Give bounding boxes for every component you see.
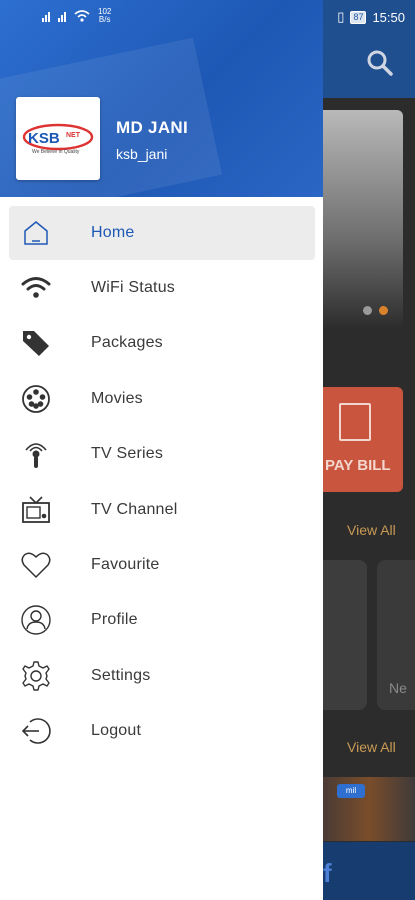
- menu-label: Packages: [91, 334, 163, 352]
- wifi-icon: [21, 277, 51, 298]
- menu-item-tv-series[interactable]: TV Series: [0, 427, 323, 482]
- menu-label: Favourite: [91, 556, 160, 574]
- menu-label: TV Series: [91, 445, 164, 463]
- carousel-dot: [363, 306, 372, 315]
- heart-icon: [21, 552, 51, 579]
- menu-item-logout[interactable]: Logout: [0, 704, 323, 759]
- tv-icon: [22, 496, 50, 523]
- menu-item-favourite[interactable]: Favourite: [0, 537, 323, 592]
- view-all-link[interactable]: View All: [347, 522, 396, 538]
- content-card[interactable]: [323, 560, 367, 710]
- search-icon[interactable]: [367, 50, 393, 76]
- menu-item-home[interactable]: Home: [0, 205, 323, 261]
- status-bar: 102 B/s ▯ 87 15:50: [0, 0, 415, 34]
- menu-item-tv-channel[interactable]: TV Channel: [0, 482, 323, 537]
- svg-text:KSB: KSB: [28, 130, 60, 147]
- carousel-dot-active: [379, 306, 388, 315]
- app-footer: [323, 842, 415, 900]
- card-title: Ne: [389, 680, 407, 696]
- logout-icon: [21, 718, 51, 744]
- view-all-link[interactable]: View All: [347, 739, 396, 755]
- menu-item-packages[interactable]: Packages: [0, 316, 323, 371]
- pay-bill-label: PAY BILL: [325, 457, 391, 474]
- pay-bill-card[interactable]: PAY BILL: [323, 387, 403, 492]
- user-icon: [21, 605, 51, 636]
- menu-item-movies[interactable]: Movies: [0, 371, 323, 426]
- clock: 15:50: [372, 9, 405, 25]
- menu-item-settings[interactable]: Settings: [0, 648, 323, 703]
- background-app: PAY BILL View All Ne View All mil f: [323, 0, 415, 900]
- signal-icon: [42, 10, 50, 22]
- drawer-menu: Home WiFi Status Packages Movies TV Seri…: [0, 205, 323, 759]
- menu-label: Profile: [91, 611, 138, 629]
- user-name: MD JANI: [116, 118, 188, 137]
- facebook-icon[interactable]: f: [323, 858, 332, 889]
- user-handle: ksb_jani: [116, 146, 168, 162]
- battery-indicator: 87: [350, 10, 367, 24]
- menu-label: Settings: [91, 666, 151, 684]
- receipt-icon: [339, 403, 371, 441]
- vibrate-icon: ▯: [337, 9, 345, 24]
- banner-slide[interactable]: [323, 110, 403, 328]
- broadcast-icon: [25, 443, 47, 469]
- menu-label: Movies: [91, 389, 143, 407]
- gear-icon: [22, 661, 50, 691]
- wifi-status-icon: [74, 10, 90, 22]
- navigation-drawer: KSB NET We Believe in Quality MD JANI ks…: [0, 0, 323, 900]
- content-card[interactable]: Ne: [377, 560, 415, 710]
- net-speed: 102 B/s: [98, 7, 112, 24]
- tag-icon: [23, 331, 49, 357]
- menu-label: WiFi Status: [91, 279, 175, 297]
- menu-label: TV Channel: [91, 500, 178, 518]
- menu-label: Logout: [91, 722, 142, 740]
- thumbnail-tag: mil: [337, 784, 365, 798]
- menu-item-profile[interactable]: Profile: [0, 593, 323, 648]
- svg-text:NET: NET: [66, 132, 81, 139]
- svg-text:We Believe in Quality: We Believe in Quality: [32, 149, 80, 155]
- menu-item-wifi-status[interactable]: WiFi Status: [0, 260, 323, 315]
- brand-logo: KSB NET We Believe in Quality: [16, 97, 100, 180]
- signal-icon: [58, 10, 66, 22]
- film-reel-icon: [22, 384, 50, 413]
- menu-label: Home: [91, 223, 135, 241]
- home-icon: [24, 220, 48, 245]
